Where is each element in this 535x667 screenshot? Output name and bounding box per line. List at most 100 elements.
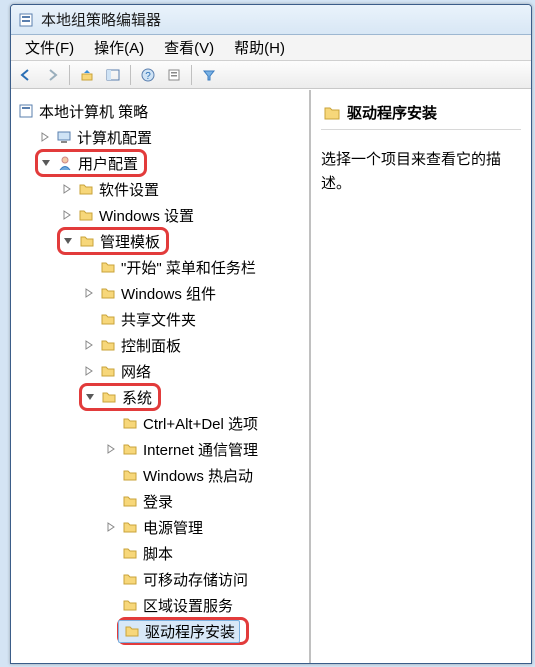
tree-computer-config[interactable]: 计算机配置 [37,124,305,150]
expand-icon[interactable] [105,443,117,455]
tree-control-panel[interactable]: 控制面板 [81,332,305,358]
folder-icon [99,284,117,302]
tree-label: 计算机配置 [77,127,152,148]
tree-label: 电源管理 [143,517,203,538]
tree-root[interactable]: 本地计算机 策略 [15,98,305,124]
title-bar: 本地组策略编辑器 [11,5,531,35]
folder-icon [121,544,139,562]
selected-item: 驱动程序安装 [118,620,240,643]
tree-network[interactable]: 网络 [81,358,305,384]
toolbar-separator [191,65,192,85]
help-button[interactable]: ? [137,64,159,86]
properties-button[interactable] [163,64,185,86]
folder-icon [121,414,139,432]
policy-icon [17,102,35,120]
folder-icon [100,388,118,406]
tree-software-settings[interactable]: 软件设置 [59,176,305,202]
tree-locale-services[interactable]: 区域设置服务 [103,592,305,618]
svg-text:?: ? [145,71,151,82]
toolbar: ? [11,61,531,89]
tree-internet-comm[interactable]: Internet 通信管理 [103,436,305,462]
expand-icon[interactable] [83,365,95,377]
folder-icon [99,310,117,328]
tree-windows-components[interactable]: Windows 组件 [81,280,305,306]
folder-icon [99,258,117,276]
folder-icon [78,232,96,250]
user-icon [56,154,74,172]
highlight-box: 驱动程序安装 [117,617,249,645]
folder-icon [121,518,139,536]
tree-label: Ctrl+Alt+Del 选项 [143,413,258,434]
tree-label: 可移动存储访问 [143,569,248,590]
highlight-box: 管理模板 [57,227,169,255]
expand-icon[interactable] [105,521,117,533]
tree-label: Windows 设置 [99,205,194,226]
tree-label: 共享文件夹 [121,309,196,330]
collapse-icon[interactable] [84,391,96,403]
collapse-icon[interactable] [62,235,74,247]
content-area: 本地计算机 策略 计算机配置 [11,89,531,663]
tree-logon[interactable]: 登录 [103,488,305,514]
tree-admin-templates[interactable]: 管理模板 [59,228,305,254]
tree-pane[interactable]: 本地计算机 策略 计算机配置 [11,90,311,663]
detail-pane: 驱动程序安装 选择一个项目来查看它的描述。 [311,90,531,663]
tree-label: Windows 组件 [121,283,216,304]
tree-power-mgmt[interactable]: 电源管理 [103,514,305,540]
tree-label: 网络 [121,361,151,382]
show-hide-tree-button[interactable] [102,64,124,86]
tree-label: 登录 [143,491,173,512]
folder-icon [121,440,139,458]
detail-body: 选择一个项目来查看它的描述。 [321,130,521,196]
folder-icon [121,570,139,588]
forward-button[interactable] [41,64,63,86]
filter-button[interactable] [198,64,220,86]
back-button[interactable] [15,64,37,86]
tree-removable-storage[interactable]: 可移动存储访问 [103,566,305,592]
expand-icon[interactable] [61,209,73,221]
tree-label: 管理模板 [100,231,160,252]
tree-scripts[interactable]: 脚本 [103,540,305,566]
tree-start-taskbar[interactable]: "开始" 菜单和任务栏 [81,254,305,280]
expand-icon[interactable] [83,287,95,299]
tree-user-config[interactable]: 用户配置 [37,150,305,176]
menu-bar: 文件(F) 操作(A) 查看(V) 帮助(H) [11,35,531,61]
menu-view[interactable]: 查看(V) [154,35,224,60]
expand-icon[interactable] [39,131,51,143]
detail-header: 驱动程序安装 [321,98,521,130]
tree-label: 本地计算机 策略 [39,101,148,122]
tree-ctrl-alt-del[interactable]: Ctrl+Alt+Del 选项 [103,410,305,436]
tree-windows-settings[interactable]: Windows 设置 [59,202,305,228]
expand-icon[interactable] [61,183,73,195]
tree-label: Windows 热启动 [143,465,253,486]
folder-icon [77,206,95,224]
tree-label: 控制面板 [121,335,181,356]
tree-driver-install[interactable]: 驱动程序安装 [103,618,305,644]
expand-icon[interactable] [83,339,95,351]
tree-label: Internet 通信管理 [143,439,258,460]
menu-help[interactable]: 帮助(H) [224,35,295,60]
tree-label: 驱动程序安装 [145,621,235,642]
folder-icon [77,180,95,198]
tree-windows-hotstart[interactable]: Windows 热启动 [103,462,305,488]
toolbar-separator [130,65,131,85]
folder-icon [121,492,139,510]
folder-icon [99,336,117,354]
folder-icon [121,596,139,614]
tree-system[interactable]: 系统 [81,384,305,410]
highlight-box: 系统 [79,383,161,411]
tree-label: 区域设置服务 [143,595,233,616]
folder-icon [123,622,141,640]
computer-icon [55,128,73,146]
tree-label: 系统 [122,387,152,408]
collapse-icon[interactable] [40,157,52,169]
folder-icon [323,104,341,122]
tree-label: 脚本 [143,543,173,564]
tree-shared-folders[interactable]: 共享文件夹 [81,306,305,332]
window: 本地组策略编辑器 文件(F) 操作(A) 查看(V) 帮助(H) ? 本地计算机… [10,4,532,664]
window-title: 本地组策略编辑器 [41,9,161,30]
tree-label: "开始" 菜单和任务栏 [121,257,256,278]
tree-label: 软件设置 [99,179,159,200]
menu-file[interactable]: 文件(F) [15,35,84,60]
menu-action[interactable]: 操作(A) [84,35,154,60]
up-button[interactable] [76,64,98,86]
